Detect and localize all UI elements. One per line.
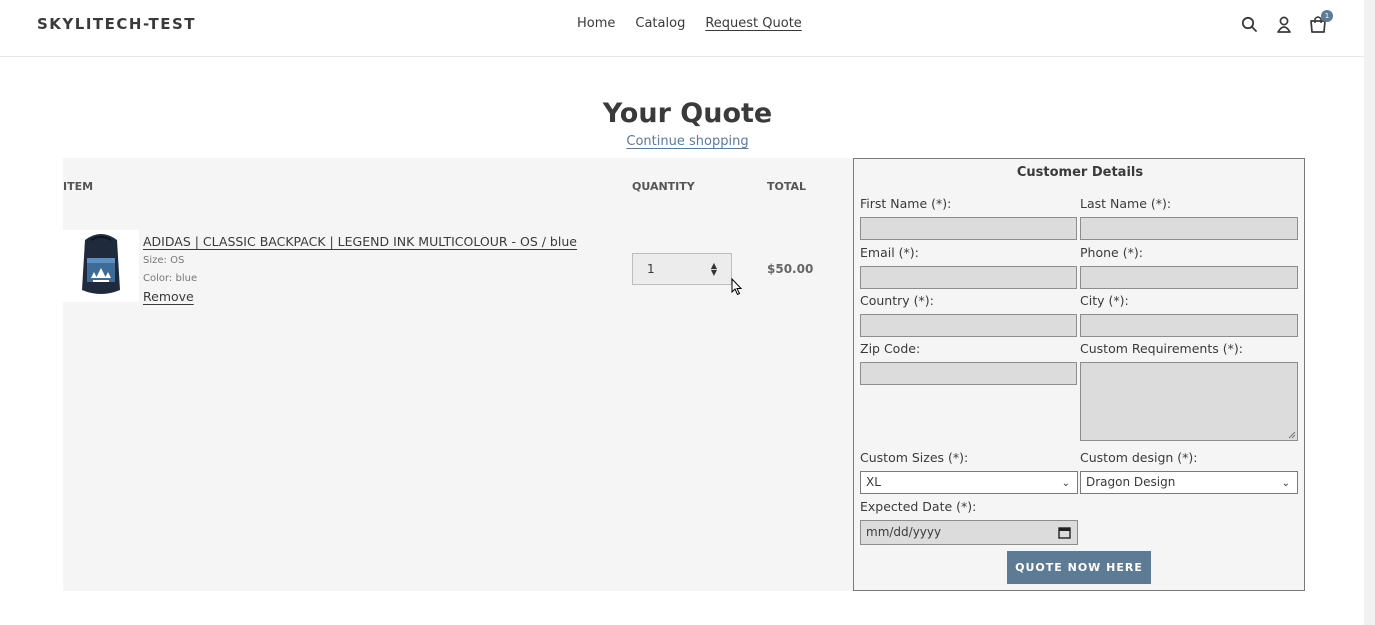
custom-sizes-label: Custom Sizes (*):	[860, 450, 969, 465]
custom-design-label: Custom design (*):	[1080, 450, 1198, 465]
country-label: Country (*):	[860, 293, 934, 308]
header-icons: 1	[1240, 10, 1333, 36]
city-label: City (*):	[1080, 293, 1129, 308]
site-logo[interactable]: SKYLITECH-TEST	[37, 15, 196, 33]
chevron-down-icon: ⌄	[1061, 478, 1070, 489]
search-icon[interactable]	[1240, 14, 1260, 36]
form-title: Customer Details	[1016, 165, 1144, 180]
date-placeholder: mm/dd/yyyy	[866, 525, 942, 539]
account-icon[interactable]	[1274, 14, 1294, 36]
product-thumbnail[interactable]	[63, 230, 139, 302]
continue-shopping-link[interactable]: Continue shopping	[626, 134, 748, 149]
custom-requirements-textarea[interactable]	[1080, 362, 1298, 441]
email-label: Email (*):	[860, 245, 919, 260]
header-item: ITEM	[63, 180, 94, 193]
page-title: Your Quote	[602, 98, 773, 129]
quote-now-button[interactable]: QUOTE NOW HERE	[1007, 551, 1151, 584]
remove-item-link[interactable]: Remove	[143, 289, 194, 304]
line-item-total: $50.00	[767, 262, 814, 276]
quantity-value[interactable]: 1	[647, 262, 655, 276]
zip-code-label: Zip Code:	[860, 341, 921, 356]
spinner-arrows-icon[interactable]: ▲ ▼	[711, 262, 717, 277]
product-title-link[interactable]: ADIDAS | CLASSIC BACKPACK | LEGEND INK M…	[143, 234, 577, 249]
expected-date-input[interactable]: mm/dd/yyyy	[860, 520, 1078, 545]
email-input[interactable]	[860, 266, 1077, 289]
customer-details-form: Customer Details First Name (*): Last Na…	[853, 158, 1305, 591]
quote-cart-table: ITEM QUANTITY TOTAL ADIDAS | CLASSIC BAC…	[63, 158, 853, 591]
continue-shopping-container: Continue shopping	[0, 134, 1375, 149]
nav-home[interactable]: Home	[577, 16, 615, 31]
chevron-down-icon: ⌄	[1281, 478, 1290, 489]
first-name-label: First Name (*):	[860, 196, 952, 211]
expected-date-label: Expected Date (*):	[860, 499, 977, 514]
header-quantity: QUANTITY	[632, 180, 695, 193]
resize-handle-icon[interactable]	[1288, 431, 1296, 439]
cart-icon[interactable]: 1	[1308, 10, 1333, 36]
custom-requirements-label: Custom Requirements (*):	[1080, 341, 1243, 356]
custom-design-value: Dragon Design	[1086, 475, 1176, 489]
main-nav: Home Catalog Request Quote	[577, 16, 802, 31]
header-total: TOTAL	[767, 180, 807, 193]
site-header: SKYLITECH-TEST Home Catalog Request Quot…	[0, 0, 1375, 57]
last-name-input[interactable]	[1080, 217, 1298, 240]
last-name-label: Last Name (*):	[1080, 196, 1172, 211]
country-input[interactable]	[860, 314, 1077, 337]
custom-design-select[interactable]: Dragon Design ⌄	[1080, 471, 1298, 494]
cart-count-badge: 1	[1321, 10, 1333, 22]
nav-catalog[interactable]: Catalog	[635, 16, 685, 31]
quantity-stepper[interactable]: 1 ▲ ▼	[632, 253, 732, 285]
city-input[interactable]	[1080, 314, 1298, 337]
product-size: Size: OS	[143, 255, 185, 266]
first-name-input[interactable]	[860, 217, 1077, 240]
phone-input[interactable]	[1080, 266, 1298, 289]
calendar-icon[interactable]	[1058, 526, 1071, 539]
zip-code-input[interactable]	[860, 362, 1077, 385]
product-color: Color: blue	[143, 273, 198, 284]
custom-sizes-value: XL	[866, 475, 881, 489]
mouse-cursor-icon	[731, 278, 743, 296]
page-scrollbar[interactable]	[1364, 0, 1375, 625]
custom-sizes-select[interactable]: XL ⌄	[860, 471, 1078, 494]
phone-label: Phone (*):	[1080, 245, 1143, 260]
nav-request-quote[interactable]: Request Quote	[705, 16, 801, 31]
